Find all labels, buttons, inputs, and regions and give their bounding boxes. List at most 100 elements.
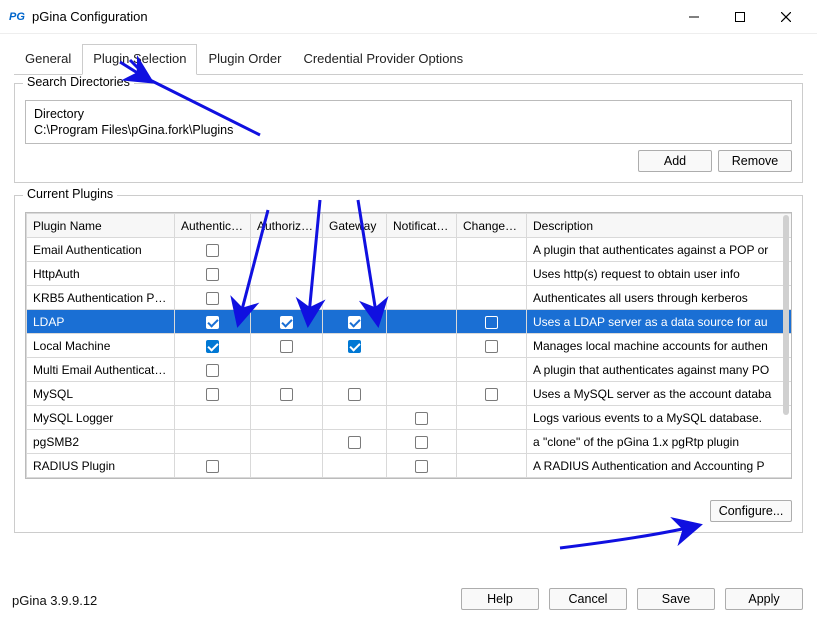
table-row[interactable]: Email AuthenticationA plugin that authen… — [27, 238, 793, 262]
checkbox[interactable] — [206, 340, 219, 353]
checkbox-cell[interactable] — [251, 430, 323, 454]
tab-credential-provider-options[interactable]: Credential Provider Options — [292, 44, 474, 75]
maximize-button[interactable] — [717, 2, 763, 32]
checkbox-cell[interactable] — [251, 238, 323, 262]
checkbox-cell[interactable] — [387, 430, 457, 454]
directory-list[interactable]: Directory C:\Program Files\pGina.fork\Pl… — [25, 100, 792, 144]
checkbox-cell[interactable] — [175, 238, 251, 262]
checkbox[interactable] — [280, 316, 293, 329]
checkbox[interactable] — [485, 340, 498, 353]
col-change-password[interactable]: Change Password — [457, 214, 527, 238]
add-button[interactable]: Add — [638, 150, 712, 172]
checkbox[interactable] — [280, 388, 293, 401]
checkbox-cell[interactable] — [457, 406, 527, 430]
checkbox-cell[interactable] — [323, 406, 387, 430]
table-row[interactable]: Local MachineManages local machine accou… — [27, 334, 793, 358]
checkbox-cell[interactable] — [175, 334, 251, 358]
table-row[interactable]: MySQL LoggerLogs various events to a MyS… — [27, 406, 793, 430]
checkbox-cell[interactable] — [387, 406, 457, 430]
col-notification[interactable]: Notification — [387, 214, 457, 238]
checkbox[interactable] — [206, 364, 219, 377]
table-row[interactable]: LDAPUses a LDAP server as a data source … — [27, 310, 793, 334]
checkbox-cell[interactable] — [457, 382, 527, 406]
checkbox-cell[interactable] — [457, 262, 527, 286]
checkbox[interactable] — [485, 388, 498, 401]
checkbox[interactable] — [415, 436, 428, 449]
table-row[interactable]: MySQLUses a MySQL server as the account … — [27, 382, 793, 406]
col-description[interactable]: Description — [527, 214, 793, 238]
checkbox-cell[interactable] — [251, 334, 323, 358]
table-row[interactable]: RADIUS PluginA RADIUS Authentication and… — [27, 454, 793, 478]
help-button[interactable]: Help — [461, 588, 539, 610]
close-button[interactable] — [763, 2, 809, 32]
apply-button[interactable]: Apply — [725, 588, 803, 610]
minimize-button[interactable] — [671, 2, 717, 32]
checkbox-cell[interactable] — [251, 310, 323, 334]
checkbox-cell[interactable] — [457, 238, 527, 262]
checkbox-cell[interactable] — [457, 286, 527, 310]
checkbox-cell[interactable] — [175, 262, 251, 286]
col-gateway[interactable]: Gateway — [323, 214, 387, 238]
checkbox[interactable] — [415, 460, 428, 473]
table-row[interactable]: pgSMB2a "clone" of the pGina 1.x pgRtp p… — [27, 430, 793, 454]
checkbox[interactable] — [206, 292, 219, 305]
table-row[interactable]: KRB5 Authentication PluginAuthenticates … — [27, 286, 793, 310]
checkbox-cell[interactable] — [251, 406, 323, 430]
checkbox-cell[interactable] — [457, 310, 527, 334]
checkbox-cell[interactable] — [251, 358, 323, 382]
checkbox-cell[interactable] — [323, 262, 387, 286]
tab-plugin-order[interactable]: Plugin Order — [197, 44, 292, 75]
col-plugin-name[interactable]: Plugin Name — [27, 214, 175, 238]
checkbox-cell[interactable] — [175, 382, 251, 406]
checkbox[interactable] — [485, 316, 498, 329]
checkbox-cell[interactable] — [251, 262, 323, 286]
cancel-button[interactable]: Cancel — [549, 588, 627, 610]
horizontal-scrollbar[interactable] — [25, 478, 792, 494]
checkbox[interactable] — [415, 412, 428, 425]
table-row[interactable]: HttpAuthUses http(s) request to obtain u… — [27, 262, 793, 286]
checkbox[interactable] — [206, 268, 219, 281]
checkbox-cell[interactable] — [323, 454, 387, 478]
vertical-scrollbar[interactable] — [783, 215, 789, 415]
checkbox-cell[interactable] — [387, 262, 457, 286]
checkbox-cell[interactable] — [457, 334, 527, 358]
remove-button[interactable]: Remove — [718, 150, 792, 172]
checkbox-cell[interactable] — [175, 358, 251, 382]
checkbox-cell[interactable] — [175, 406, 251, 430]
checkbox-cell[interactable] — [251, 286, 323, 310]
checkbox[interactable] — [280, 340, 293, 353]
checkbox-cell[interactable] — [323, 238, 387, 262]
checkbox-cell[interactable] — [457, 358, 527, 382]
checkbox[interactable] — [206, 388, 219, 401]
configure-button[interactable]: Configure... — [710, 500, 792, 522]
checkbox[interactable] — [348, 436, 361, 449]
save-button[interactable]: Save — [637, 588, 715, 610]
tab-plugin-selection[interactable]: Plugin Selection — [82, 44, 197, 75]
checkbox-cell[interactable] — [387, 286, 457, 310]
checkbox[interactable] — [206, 460, 219, 473]
checkbox-cell[interactable] — [457, 454, 527, 478]
col-authentication[interactable]: Authentication — [175, 214, 251, 238]
checkbox-cell[interactable] — [323, 286, 387, 310]
checkbox-cell[interactable] — [387, 382, 457, 406]
checkbox[interactable] — [206, 316, 219, 329]
checkbox-cell[interactable] — [251, 382, 323, 406]
checkbox-cell[interactable] — [387, 454, 457, 478]
table-row[interactable]: Multi Email AuthenticationA plugin that … — [27, 358, 793, 382]
checkbox-cell[interactable] — [175, 454, 251, 478]
checkbox-cell[interactable] — [175, 286, 251, 310]
checkbox-cell[interactable] — [323, 358, 387, 382]
checkbox[interactable] — [348, 340, 361, 353]
checkbox-cell[interactable] — [175, 310, 251, 334]
checkbox-cell[interactable] — [323, 310, 387, 334]
checkbox-cell[interactable] — [387, 310, 457, 334]
checkbox-cell[interactable] — [457, 430, 527, 454]
checkbox-cell[interactable] — [387, 334, 457, 358]
checkbox[interactable] — [348, 388, 361, 401]
checkbox-cell[interactable] — [387, 358, 457, 382]
col-authorization[interactable]: Authorization — [251, 214, 323, 238]
checkbox[interactable] — [206, 244, 219, 257]
checkbox-cell[interactable] — [323, 382, 387, 406]
checkbox[interactable] — [348, 316, 361, 329]
checkbox-cell[interactable] — [323, 334, 387, 358]
